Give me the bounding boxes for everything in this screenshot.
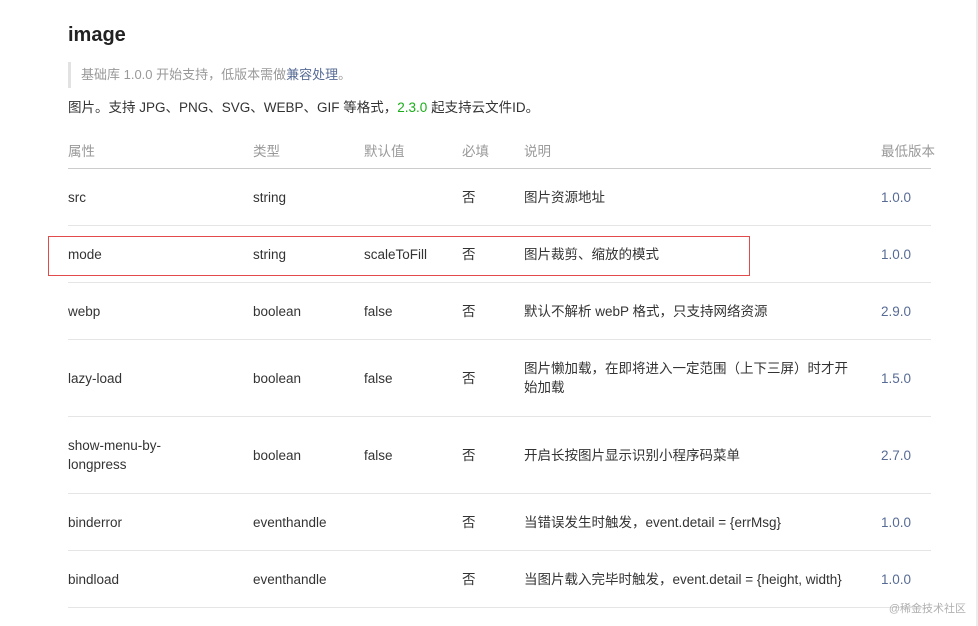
watermark: @稀金技术社区: [888, 603, 966, 615]
cell-attr: show-menu-by-longpress: [68, 438, 162, 472]
table-row: webp boolean false 否 默认不解析 webP 格式，只支持网络…: [68, 283, 931, 340]
cell-default: false: [364, 447, 393, 463]
header-attr: 属性: [68, 143, 95, 159]
table-header: 属性 类型 默认值 必填 说明 最低版本: [68, 134, 935, 169]
cell-version: 2.7.0: [881, 447, 912, 463]
header-version: 最低版本: [881, 143, 935, 159]
mode-row-highlight: [48, 236, 750, 276]
table-row: binderror eventhandle 否 当错误发生时触发，event.d…: [68, 494, 931, 551]
cell-attr: lazy-load: [68, 370, 123, 386]
cell-type: boolean: [253, 370, 302, 386]
cell-desc: 当错误发生时触发，event.detail = {errMsg}: [524, 514, 781, 530]
cell-attr: binderror: [68, 514, 123, 530]
cell-required: 否: [462, 189, 476, 205]
cell-desc: 当图片载入完毕时触发，event.detail = {height, width…: [524, 571, 842, 587]
header-desc: 说明: [524, 143, 551, 159]
cell-required: 否: [462, 571, 476, 587]
cell-default: false: [364, 370, 393, 386]
compat-note: 基础库 1.0.0 开始支持，低版本需做兼容处理。: [68, 62, 931, 88]
cell-version: 1.0.0: [881, 246, 912, 262]
cell-version: 1.5.0: [881, 370, 912, 386]
table-row: src string 否 图片资源地址 1.0.0: [68, 169, 931, 226]
cell-required: 否: [462, 447, 476, 463]
table-row: show-menu-by-longpress boolean false 否 开…: [68, 417, 931, 494]
cell-type: eventhandle: [253, 571, 327, 587]
cell-attr: webp: [68, 303, 101, 319]
compat-note-text: 基础库 1.0.0 开始支持，低版本需做: [81, 67, 287, 82]
header-type: 类型: [253, 143, 280, 159]
cell-default: [364, 551, 456, 607]
table-row: bindload eventhandle 否 当图片载入完毕时触发，event.…: [68, 551, 931, 608]
cell-default: [364, 494, 456, 550]
cell-version: 1.0.0: [881, 514, 912, 530]
cloud-version: 2.3.0: [397, 100, 428, 115]
cell-attr: src: [68, 189, 86, 205]
cell-version: 2.9.0: [881, 303, 912, 319]
attribute-table: 属性 类型 默认值 必填 说明 最低版本 src string 否 图片资源地址…: [68, 134, 935, 608]
cell-desc: 图片资源地址: [524, 189, 605, 205]
component-description: 图片。支持 JPG、PNG、SVG、WEBP、GIF 等格式，2.3.0 起支持…: [68, 98, 539, 118]
cell-required: 否: [462, 303, 476, 319]
cell-type: eventhandle: [253, 514, 327, 530]
cell-type: string: [253, 189, 287, 205]
compat-note-end: 。: [338, 67, 352, 82]
cell-default: false: [364, 303, 393, 319]
cell-type: boolean: [253, 447, 302, 463]
cell-required: 否: [462, 370, 476, 386]
cell-desc: 默认不解析 webP 格式，只支持网络资源: [524, 303, 768, 319]
cell-desc: 图片懒加载，在即将进入一定范围（上下三屏）时才开始加载: [524, 361, 848, 395]
cell-default: [364, 169, 456, 225]
cell-version: 1.0.0: [881, 571, 912, 587]
cell-desc: 开启长按图片显示识别小程序码菜单: [524, 447, 740, 463]
description-end: 起支持云文件ID。: [427, 100, 540, 115]
description-text: 图片。支持 JPG、PNG、SVG、WEBP、GIF 等格式，: [68, 100, 398, 115]
page-title: image: [68, 24, 126, 46]
compat-link[interactable]: 兼容处理: [286, 67, 338, 82]
header-default: 默认值: [364, 143, 405, 159]
table-row: lazy-load boolean false 否 图片懒加载，在即将进入一定范…: [68, 340, 931, 417]
cell-required: 否: [462, 514, 476, 530]
cell-version: 1.0.0: [881, 189, 912, 205]
cell-attr: bindload: [68, 571, 120, 587]
header-required: 必填: [462, 143, 489, 159]
cell-type: boolean: [253, 303, 302, 319]
